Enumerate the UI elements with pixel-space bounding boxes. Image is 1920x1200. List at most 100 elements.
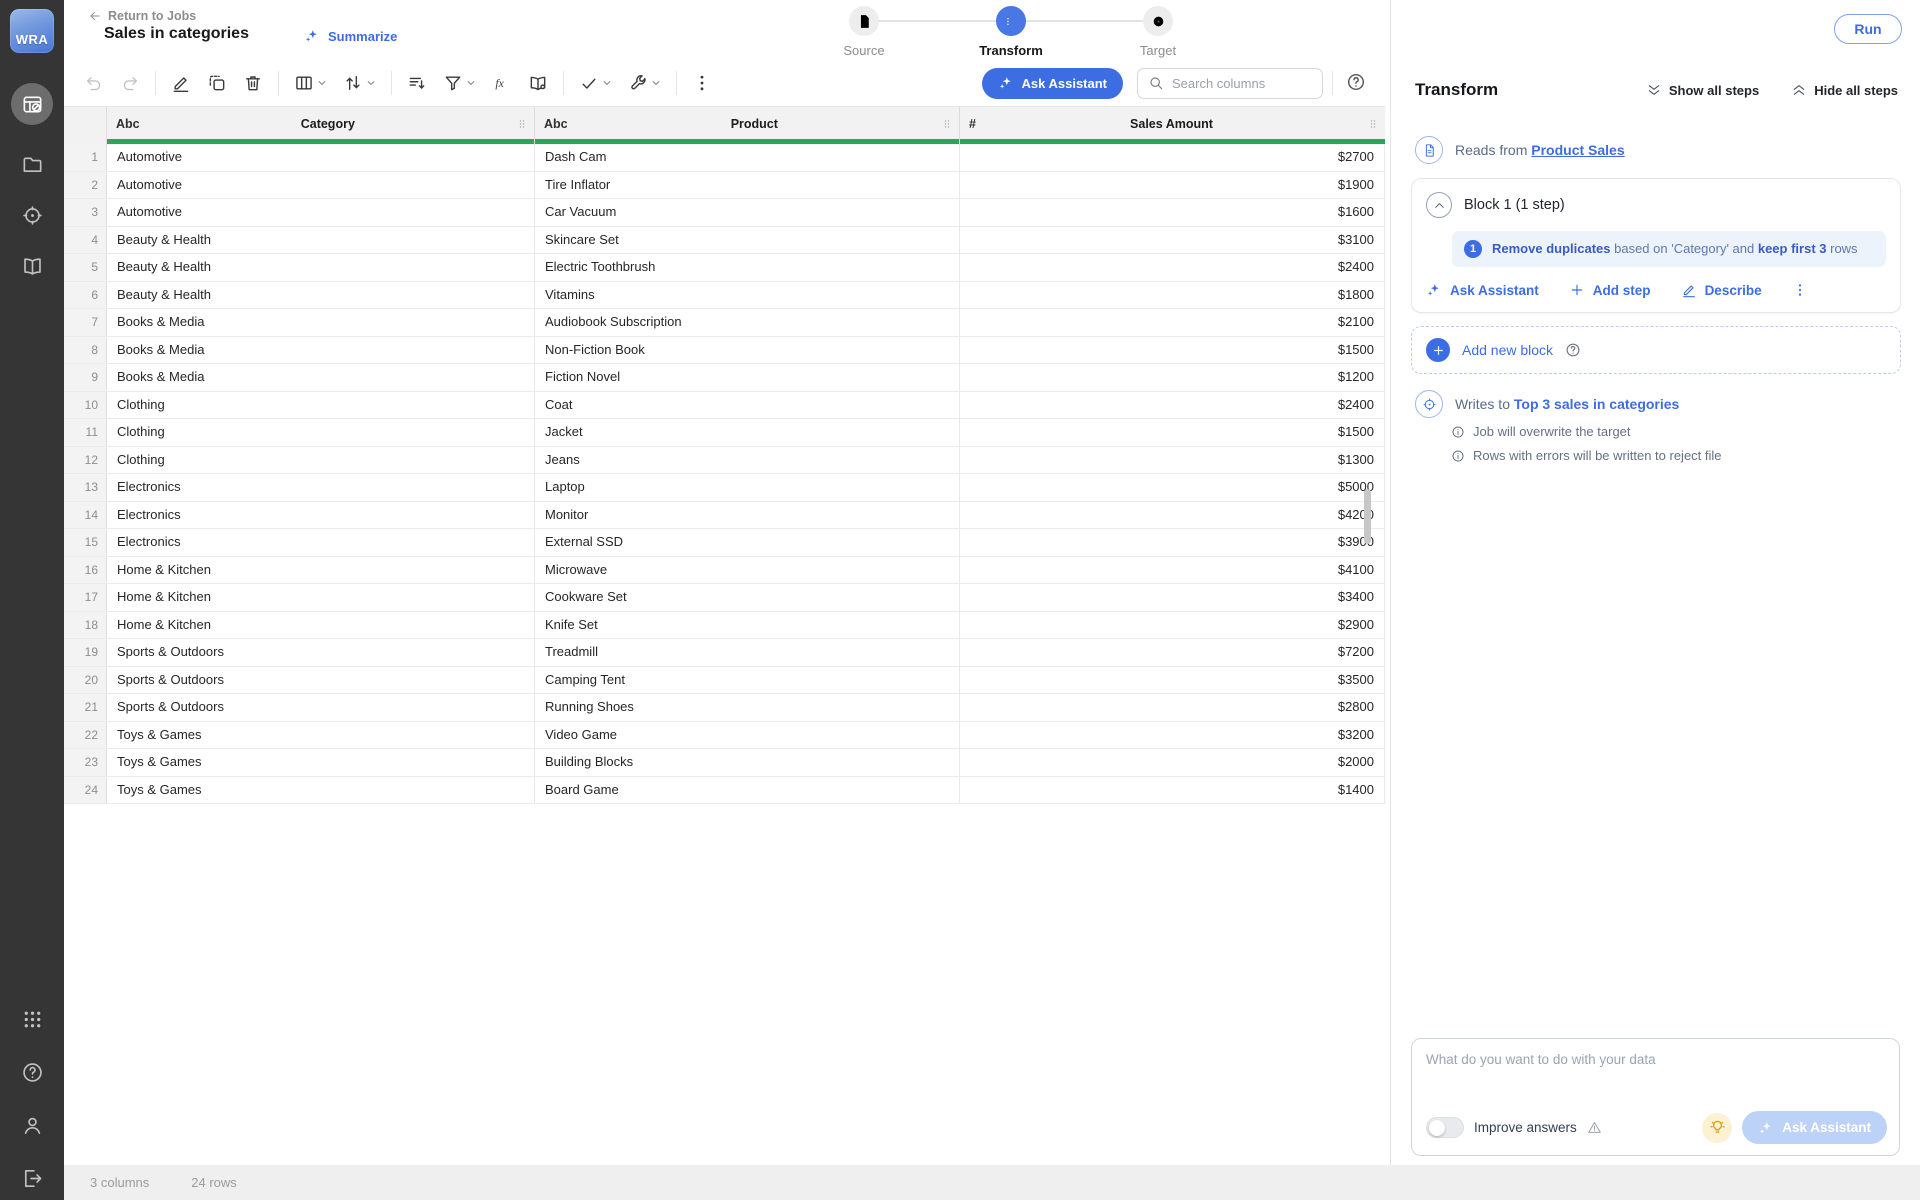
cell-sales-amount[interactable]: $1800 bbox=[960, 282, 1385, 309]
help-circle-icon[interactable] bbox=[1565, 342, 1581, 358]
run-button[interactable]: Run bbox=[1834, 14, 1902, 44]
vertical-scrollbar[interactable] bbox=[1364, 489, 1371, 544]
cell-sales-amount[interactable]: $2000 bbox=[960, 749, 1385, 776]
cell-category[interactable]: Sports & Outdoors bbox=[107, 694, 535, 721]
cell-category[interactable]: Automotive bbox=[107, 199, 535, 226]
row-number[interactable]: 11 bbox=[64, 419, 107, 446]
cell-category[interactable]: Beauty & Health bbox=[107, 282, 535, 309]
target-link[interactable]: Top 3 sales in categories bbox=[1514, 396, 1679, 412]
column-header-product[interactable]: AbcProduct bbox=[535, 107, 960, 145]
cell-category[interactable]: Books & Media bbox=[107, 309, 535, 336]
cell-category[interactable]: Home & Kitchen bbox=[107, 584, 535, 611]
row-number[interactable]: 1 bbox=[64, 144, 107, 171]
row-number[interactable]: 24 bbox=[64, 777, 107, 804]
assistant-prompt-input[interactable] bbox=[1426, 1052, 1885, 1098]
cell-category[interactable]: Clothing bbox=[107, 447, 535, 474]
suggestions-bulb-button[interactable] bbox=[1702, 1113, 1732, 1143]
cell-sales-amount[interactable]: $2900 bbox=[960, 612, 1385, 639]
cell-product[interactable]: Non-Fiction Book bbox=[535, 337, 960, 364]
sidebar-item-profile[interactable] bbox=[21, 1114, 44, 1137]
cell-category[interactable]: Beauty & Health bbox=[107, 227, 535, 254]
column-menu-grip-icon[interactable] bbox=[516, 118, 528, 130]
cell-sales-amount[interactable]: $1900 bbox=[960, 172, 1385, 199]
cell-category[interactable]: Home & Kitchen bbox=[107, 557, 535, 584]
cell-sales-amount[interactable]: $1400 bbox=[960, 777, 1385, 804]
cell-sales-amount[interactable]: $2400 bbox=[960, 254, 1385, 281]
row-number[interactable]: 22 bbox=[64, 722, 107, 749]
cell-product[interactable]: Electric Toothbrush bbox=[535, 254, 960, 281]
row-number[interactable]: 23 bbox=[64, 749, 107, 776]
row-number[interactable]: 20 bbox=[64, 667, 107, 694]
sidebar-item-projects-folder[interactable] bbox=[21, 153, 44, 176]
row-number[interactable]: 15 bbox=[64, 529, 107, 556]
recipe-book-button[interactable] bbox=[522, 68, 554, 98]
row-number[interactable]: 2 bbox=[64, 172, 107, 199]
cell-category[interactable]: Books & Media bbox=[107, 337, 535, 364]
search-columns-input[interactable] bbox=[1172, 76, 1302, 91]
cell-product[interactable]: Laptop bbox=[535, 474, 960, 501]
block-ask-assistant-button[interactable]: Ask Assistant bbox=[1426, 282, 1539, 298]
cell-product[interactable]: Building Blocks bbox=[535, 749, 960, 776]
ask-assistant-button[interactable]: Ask Assistant bbox=[982, 68, 1124, 99]
summarize-button[interactable]: Summarize bbox=[304, 28, 397, 44]
cell-sales-amount[interactable]: $1600 bbox=[960, 199, 1385, 226]
cell-sales-amount[interactable]: $3100 bbox=[960, 227, 1385, 254]
cell-category[interactable]: Toys & Games bbox=[107, 722, 535, 749]
cell-product[interactable]: Camping Tent bbox=[535, 667, 960, 694]
cell-category[interactable]: Home & Kitchen bbox=[107, 612, 535, 639]
return-to-jobs-link[interactable]: Return to Jobs bbox=[88, 9, 196, 23]
improve-answers-toggle[interactable] bbox=[1426, 1117, 1464, 1138]
row-number[interactable]: 18 bbox=[64, 612, 107, 639]
cell-product[interactable]: Vitamins bbox=[535, 282, 960, 309]
cell-sales-amount[interactable]: $2400 bbox=[960, 392, 1385, 419]
cell-sales-amount[interactable]: $4200 bbox=[960, 502, 1385, 529]
kebab-menu-button[interactable] bbox=[686, 68, 718, 98]
column-header-sales-amount[interactable]: #Sales Amount bbox=[960, 107, 1385, 145]
cell-category[interactable]: Electronics bbox=[107, 502, 535, 529]
row-number[interactable]: 4 bbox=[64, 227, 107, 254]
redo-button[interactable] bbox=[114, 68, 146, 98]
validate-button[interactable] bbox=[573, 68, 618, 98]
cell-product[interactable]: Tire Inflator bbox=[535, 172, 960, 199]
cell-sales-amount[interactable]: $3200 bbox=[960, 722, 1385, 749]
cell-sales-amount[interactable]: $2100 bbox=[960, 309, 1385, 336]
cell-sales-amount[interactable]: $1500 bbox=[960, 337, 1385, 364]
cell-sales-amount[interactable]: $1300 bbox=[960, 447, 1385, 474]
cell-product[interactable]: Video Game bbox=[535, 722, 960, 749]
cell-category[interactable]: Automotive bbox=[107, 144, 535, 171]
column-header-category[interactable]: AbcCategory bbox=[107, 107, 535, 145]
stepper-step-source[interactable]: Source bbox=[804, 6, 924, 58]
cell-product[interactable]: Skincare Set bbox=[535, 227, 960, 254]
cell-category[interactable]: Electronics bbox=[107, 474, 535, 501]
edit-button[interactable] bbox=[165, 68, 197, 98]
cell-product[interactable]: Jeans bbox=[535, 447, 960, 474]
cell-sales-amount[interactable]: $4100 bbox=[960, 557, 1385, 584]
cell-sales-amount[interactable]: $1200 bbox=[960, 364, 1385, 391]
app-logo[interactable]: WRA bbox=[10, 9, 54, 53]
filter-button[interactable] bbox=[437, 68, 482, 98]
undo-button[interactable] bbox=[78, 68, 110, 98]
cell-product[interactable]: Monitor bbox=[535, 502, 960, 529]
cell-sales-amount[interactable]: $3900 bbox=[960, 529, 1385, 556]
cell-category[interactable]: Sports & Outdoors bbox=[107, 639, 535, 666]
group-rows-button[interactable] bbox=[401, 68, 433, 98]
cell-category[interactable]: Sports & Outdoors bbox=[107, 667, 535, 694]
row-number[interactable]: 6 bbox=[64, 282, 107, 309]
cell-product[interactable]: Running Shoes bbox=[535, 694, 960, 721]
cell-sales-amount[interactable]: $3400 bbox=[960, 584, 1385, 611]
row-number[interactable]: 16 bbox=[64, 557, 107, 584]
cell-product[interactable]: Cookware Set bbox=[535, 584, 960, 611]
cell-product[interactable]: Audiobook Subscription bbox=[535, 309, 960, 336]
show-all-steps-button[interactable]: Show all steps bbox=[1646, 82, 1759, 98]
row-number[interactable]: 17 bbox=[64, 584, 107, 611]
cell-product[interactable]: Coat bbox=[535, 392, 960, 419]
duplicate-button[interactable] bbox=[201, 68, 233, 98]
row-number[interactable]: 12 bbox=[64, 447, 107, 474]
add-new-block-button[interactable]: Add new block bbox=[1411, 326, 1901, 374]
row-number[interactable]: 13 bbox=[64, 474, 107, 501]
stepper-step-transform[interactable]: Transform bbox=[951, 6, 1071, 58]
cell-product[interactable]: Fiction Novel bbox=[535, 364, 960, 391]
hide-all-steps-button[interactable]: Hide all steps bbox=[1791, 82, 1898, 98]
cell-sales-amount[interactable]: $5000 bbox=[960, 474, 1385, 501]
cell-category[interactable]: Automotive bbox=[107, 172, 535, 199]
